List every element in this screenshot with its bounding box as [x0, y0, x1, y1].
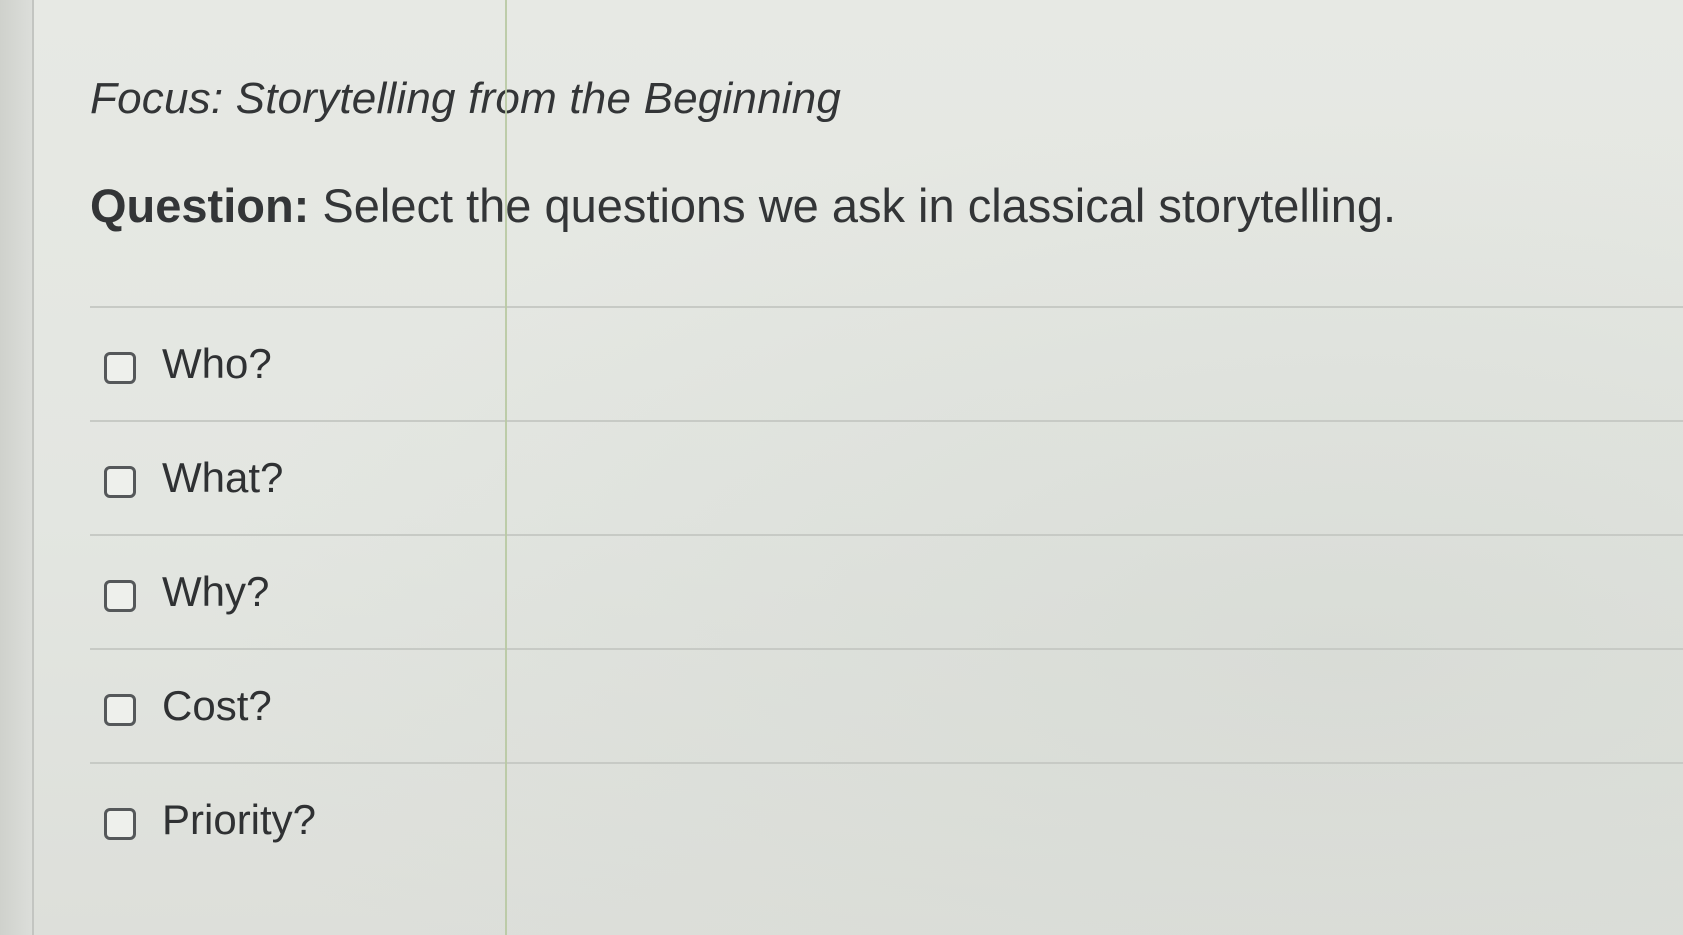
screen-bezel-edge [0, 0, 34, 935]
question-text: Select the questions we ask in classical… [309, 179, 1397, 232]
answer-option-priority[interactable]: Priority? [90, 762, 1683, 876]
answer-option-who[interactable]: Who? [90, 306, 1683, 420]
answer-options-list: Who? What? Why? Cost? Priority? [90, 306, 1683, 876]
answer-option-what[interactable]: What? [90, 420, 1683, 534]
question-label: Question: [90, 179, 310, 232]
screen: Focus: Storytelling from the Beginning Q… [0, 0, 1683, 935]
checkbox[interactable] [104, 808, 136, 840]
checkbox[interactable] [104, 694, 136, 726]
option-label[interactable]: What? [162, 454, 283, 502]
option-label[interactable]: Cost? [162, 682, 272, 730]
answer-option-why[interactable]: Why? [90, 534, 1683, 648]
option-label[interactable]: Who? [162, 340, 272, 388]
reflection-line [505, 0, 507, 935]
focus-heading: Focus: Storytelling from the Beginning [90, 74, 842, 123]
answer-option-cost[interactable]: Cost? [90, 648, 1683, 762]
option-label[interactable]: Priority? [162, 796, 316, 844]
checkbox[interactable] [104, 352, 136, 384]
question-prompt: Question: Select the questions we ask in… [90, 178, 1396, 233]
option-label[interactable]: Why? [162, 568, 269, 616]
checkbox[interactable] [104, 580, 136, 612]
checkbox[interactable] [104, 466, 136, 498]
